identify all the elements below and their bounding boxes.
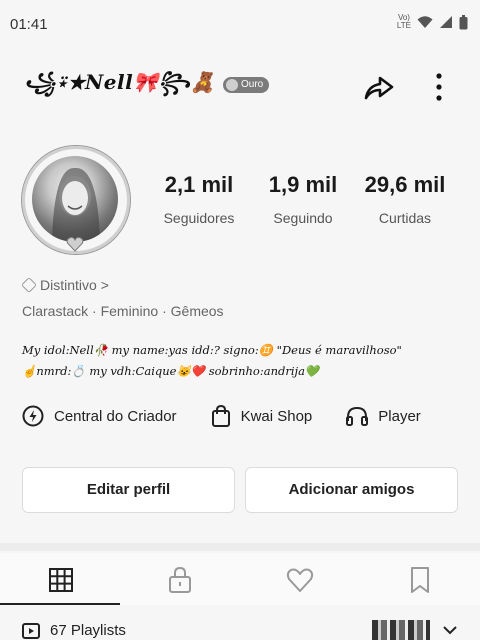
edit-profile-button[interactable]: Editar perfil bbox=[22, 467, 235, 513]
grid-icon[interactable] bbox=[46, 565, 76, 595]
display-name: ꧁⍣★Nell🎀꧂🧸 bbox=[24, 70, 216, 94]
avatar-photo bbox=[32, 156, 118, 242]
profile-header: ꧁⍣★Nell🎀꧂🧸 Ouro bbox=[0, 60, 480, 110]
gender: Feminino bbox=[100, 303, 159, 319]
playlists-row[interactable]: 67 Playlists bbox=[22, 622, 126, 639]
network-type: Vo) LTE bbox=[396, 13, 411, 30]
shortcut-label: Central do Criador bbox=[54, 407, 177, 425]
following-label: Seguindo bbox=[273, 210, 333, 226]
playlist-thumbnails bbox=[372, 620, 430, 640]
bio-line: ☝️nmrd:💍 my vdh:Caique😺❤️ sobrinho:andri… bbox=[22, 364, 320, 378]
kwai-shop-link[interactable]: Kwai Shop bbox=[211, 405, 313, 427]
status-icons: Vo) LTE bbox=[397, 14, 468, 30]
creator-center-link[interactable]: Central do Criador bbox=[22, 405, 177, 427]
meta-separator: · bbox=[92, 303, 97, 319]
status-bar: 01:41 Vo) LTE bbox=[0, 0, 480, 50]
shortcuts-row: Central do Criador Kwai Shop Player bbox=[22, 400, 480, 432]
bio: My idol:Nell🥀 my name:yas idd:? signo:♊ … bbox=[22, 340, 462, 382]
signal-icon bbox=[440, 16, 452, 28]
likes-count: 29,6 mil bbox=[364, 172, 446, 197]
status-time: 01:41 bbox=[10, 16, 48, 33]
content-tabs bbox=[0, 553, 480, 605]
player-link[interactable]: Player bbox=[346, 406, 421, 426]
lightning-circle-icon bbox=[22, 405, 44, 427]
headphones-icon bbox=[346, 406, 369, 426]
add-friends-button[interactable]: Adicionar amigos bbox=[245, 467, 458, 513]
rank-label: Ouro bbox=[241, 79, 264, 90]
badge-label: Distintivo bbox=[40, 277, 97, 293]
followers-count: 2,1 mil bbox=[164, 172, 234, 197]
avatar[interactable] bbox=[22, 146, 130, 254]
badge-icon bbox=[21, 277, 37, 293]
playlist-icon bbox=[22, 622, 40, 639]
more-options-icon[interactable] bbox=[428, 70, 450, 104]
profile-meta: Clarastack · Feminino · Gêmeos bbox=[22, 303, 224, 319]
username: Clarastack bbox=[22, 303, 89, 319]
battery-icon bbox=[459, 14, 468, 29]
tab-indicator bbox=[0, 603, 120, 605]
shortcut-label: Kwai Shop bbox=[240, 407, 313, 425]
bookmark-icon[interactable] bbox=[405, 565, 435, 595]
wifi-icon bbox=[417, 16, 433, 28]
likes-stat[interactable]: 29,6 mil Curtidas bbox=[350, 172, 460, 226]
shopping-bag-icon bbox=[211, 405, 230, 427]
heart-icon[interactable] bbox=[285, 565, 315, 595]
following-count: 1,9 mil bbox=[268, 172, 338, 197]
following-stat[interactable]: 1,9 mil Seguindo bbox=[248, 172, 358, 226]
zodiac-sign: Gêmeos bbox=[170, 303, 224, 319]
playlists-label: 67 Playlists bbox=[50, 622, 126, 639]
rank-icon bbox=[226, 79, 238, 91]
chevron-down-icon[interactable] bbox=[442, 624, 458, 636]
chevron-right-icon: > bbox=[100, 277, 109, 293]
avatar-heart-icon bbox=[66, 236, 84, 252]
likes-label: Curtidas bbox=[378, 210, 432, 226]
followers-label: Seguidores bbox=[163, 210, 235, 226]
lock-icon[interactable] bbox=[165, 565, 195, 595]
badge-link[interactable]: Distintivo > bbox=[21, 277, 109, 293]
shortcut-label: Player bbox=[378, 407, 421, 425]
share-icon[interactable] bbox=[362, 70, 396, 104]
avatar-portrait bbox=[52, 167, 100, 242]
followers-stat[interactable]: 2,1 mil Seguidores bbox=[144, 172, 254, 226]
rank-badge[interactable]: Ouro bbox=[223, 77, 270, 93]
section-divider bbox=[0, 543, 480, 551]
bio-line: My idol:Nell🥀 my name:yas idd:? signo:♊ … bbox=[22, 343, 402, 357]
